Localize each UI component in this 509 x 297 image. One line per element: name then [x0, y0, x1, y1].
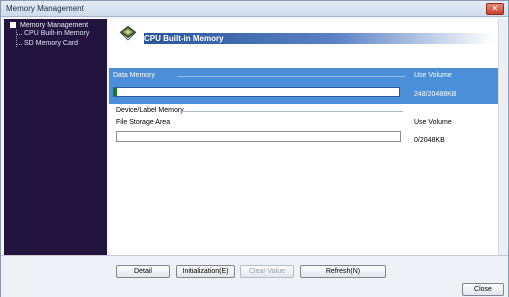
initialization-button[interactable]: Initialization(E)	[176, 265, 235, 278]
tree-branch	[16, 34, 22, 35]
title-bar: Memory Management ✕	[1, 1, 508, 17]
cpu-chip-icon	[119, 26, 137, 41]
tree-root-label: Memory Management	[20, 22, 89, 29]
window-title: Memory Management	[6, 4, 84, 13]
memory-management-window: Memory Management ✕ Memory Management CP…	[0, 0, 509, 297]
refresh-button[interactable]: Refresh(N)	[300, 265, 386, 278]
button-bar: Detail Initialization(E) Clear Value Ref…	[1, 255, 508, 297]
divider	[180, 111, 403, 112]
vertical-scrollbar[interactable]	[498, 19, 507, 255]
data-memory-use-volume-label: Use Volume	[414, 72, 452, 79]
tree-root-memory-management[interactable]: Memory Management	[10, 22, 88, 29]
data-memory-panel[interactable]: Data Memory Use Volume 248/20488KB	[109, 68, 498, 104]
clear-value-button[interactable]: Clear Value	[240, 265, 294, 278]
divider	[177, 76, 405, 77]
file-storage-usage-bar	[116, 131, 401, 142]
data-memory-usage-value: 248/20488KB	[414, 91, 457, 98]
close-icon: ✕	[491, 4, 499, 13]
file-storage-use-volume-label: Use Volume	[414, 119, 452, 126]
tree-node-icon	[10, 22, 16, 29]
main-panel: CPU Built-in Memory Data Memory Use Volu…	[109, 19, 498, 255]
device-label-memory-label: Device/Label Memory	[116, 107, 184, 114]
window-close-button[interactable]: ✕	[486, 3, 504, 15]
file-storage-area-label: File Storage Area	[116, 119, 171, 126]
tree-item-cpu-built-in-memory[interactable]: CPU Built-in Memory	[24, 30, 89, 37]
data-memory-usage-fill	[114, 88, 118, 96]
tree-branch	[16, 44, 22, 45]
data-memory-usage-bar	[113, 87, 400, 97]
tree-item-sd-memory-card[interactable]: SD Memory Card	[24, 40, 78, 47]
navigation-tree: Memory Management CPU Built-in Memory SD…	[4, 19, 107, 255]
page-title: CPU Built-in Memory	[144, 34, 224, 43]
header-bar: CPU Built-in Memory	[144, 33, 494, 44]
close-button[interactable]: Close	[462, 283, 504, 296]
data-memory-label: Data Memory	[113, 72, 156, 79]
file-storage-usage-value: 0/2048KB	[414, 137, 445, 144]
detail-button[interactable]: Detail	[116, 265, 170, 278]
